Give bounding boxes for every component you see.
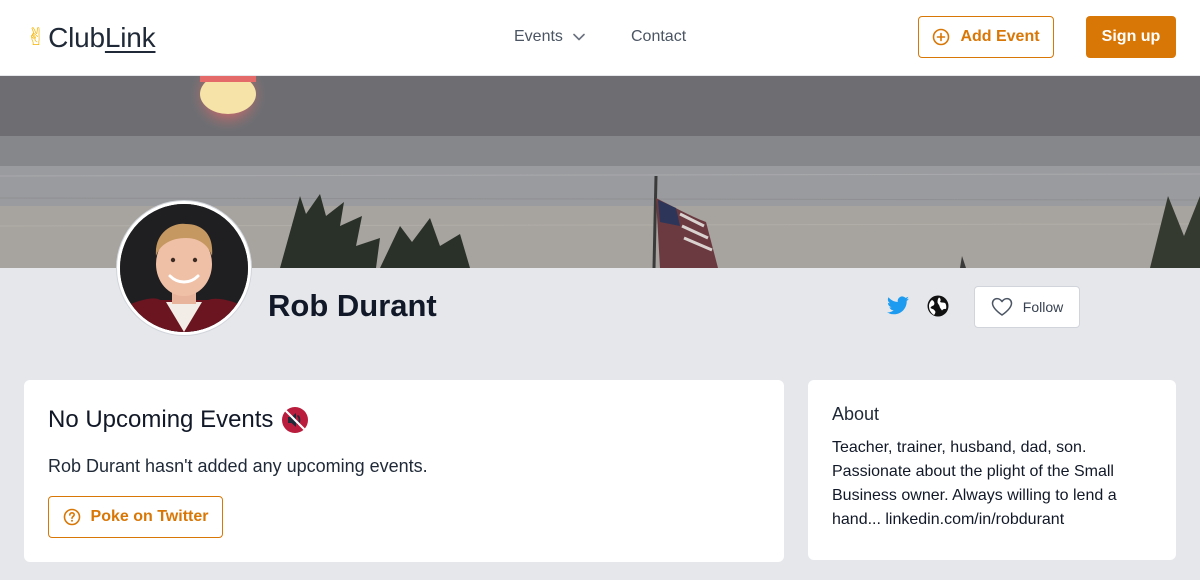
events-card-title-text: No Upcoming Events (48, 406, 274, 433)
signup-button[interactable]: Sign up (1086, 16, 1176, 58)
follow-label: Follow (1022, 299, 1064, 315)
plus-circle-icon (933, 28, 950, 46)
avatar-photo (120, 204, 248, 332)
site-header: ✌ ClubLink Events Contact Add Event Sign… (0, 0, 1200, 76)
no-events-description: Rob Durant hasn't added any upcoming eve… (48, 456, 428, 476)
about-title: About (832, 404, 880, 424)
poke-label: Poke on Twitter (90, 508, 209, 525)
logo-text: ClubLink (48, 22, 156, 53)
add-event-button[interactable]: Add Event (918, 16, 1054, 58)
heart-icon (991, 297, 1013, 316)
clublink-logo[interactable]: ✌ ClubLink (26, 20, 156, 56)
logo-text-link: Link (104, 22, 156, 53)
muted-speaker-icon (281, 406, 309, 434)
profile-avatar (117, 201, 251, 335)
question-circle-icon (63, 508, 80, 526)
poke-on-twitter-button[interactable]: Poke on Twitter (48, 496, 223, 538)
events-card-title: No Upcoming Events (48, 404, 309, 436)
twitter-icon[interactable] (886, 294, 910, 318)
logo-text-club: Club (48, 22, 105, 53)
avatar-portrait-graphic (120, 204, 248, 332)
nav-events-label: Events (514, 28, 563, 45)
profile-name: Rob Durant (268, 288, 437, 323)
nav-contact-link[interactable]: Contact (631, 26, 686, 48)
nav-events-dropdown[interactable]: Events (514, 26, 585, 48)
add-event-label: Add Event (960, 28, 1040, 45)
follow-button[interactable]: Follow (974, 286, 1080, 328)
chevron-down-icon (573, 33, 585, 41)
nav-contact-label: Contact (631, 28, 687, 45)
upcoming-events-card: No Upcoming Events Rob Durant hasn't add… (24, 380, 784, 562)
about-card: About Teacher, trainer, husband, dad, so… (808, 380, 1176, 560)
victory-hand-icon: ✌ (26, 24, 47, 51)
about-text: Teacher, trainer, husband, dad, son. Pas… (832, 439, 1117, 528)
globe-icon[interactable] (926, 294, 950, 318)
